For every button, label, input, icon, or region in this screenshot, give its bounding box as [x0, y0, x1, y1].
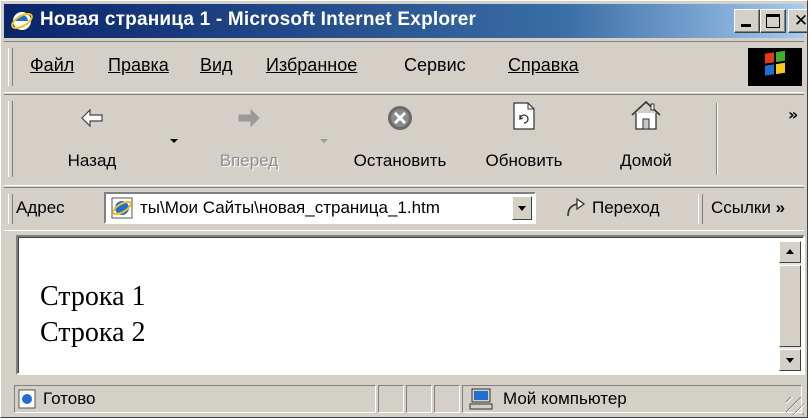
status-pane-lock: [406, 385, 432, 413]
page-status-icon: [18, 389, 36, 409]
stop-label: Остановить: [353, 151, 447, 170]
home-icon: [631, 100, 661, 130]
back-dropdown-arrow[interactable]: [170, 139, 178, 143]
status-bar: Готово Мой компьютер: [4, 381, 804, 415]
arrow-left-icon: [81, 108, 103, 128]
address-label: Адрес: [16, 198, 65, 217]
links-button[interactable]: Ссылки »: [711, 198, 785, 218]
status-text: Готово: [43, 389, 96, 408]
scroll-down-button[interactable]: [779, 349, 801, 371]
forward-button[interactable]: Вперед: [194, 95, 304, 183]
status-pane-extra: [434, 385, 460, 413]
address-dropdown-button[interactable]: [512, 196, 532, 220]
window-title: Новая страница 1 - Microsoft Internet Ex…: [40, 9, 477, 30]
zone-text: Мой компьютер: [503, 389, 627, 408]
status-pane-zone: Мой компьютер: [462, 385, 802, 413]
address-value: ты\Мои Сайты\новая_страница_1.htm: [140, 198, 440, 217]
maximize-button[interactable]: [760, 9, 786, 33]
close-icon: ✕: [793, 11, 808, 31]
menu-help[interactable]: Справка: [508, 55, 579, 76]
stop-icon: [388, 106, 412, 130]
menu-bar: Файл Правка Вид Избранное Сервис Справка: [4, 41, 804, 93]
my-computer-icon: [469, 388, 493, 410]
go-arrow-icon: [567, 197, 586, 217]
browser-window: Новая страница 1 - Microsoft Internet Ex…: [0, 0, 808, 418]
links-grip[interactable]: [698, 194, 703, 224]
vertical-scrollbar[interactable]: [779, 241, 801, 371]
standard-toolbar: Назад Вперед Остановить Обновить Домой »: [4, 94, 804, 186]
back-label: Назад: [67, 151, 117, 170]
links-label: Ссылки: [711, 198, 771, 217]
links-chevron: »: [775, 198, 786, 217]
address-field[interactable]: ты\Мои Сайты\новая_страница_1.htm: [104, 192, 536, 224]
page-icon: [110, 196, 134, 220]
refresh-label: Обновить: [485, 151, 563, 170]
home-label: Домой: [620, 151, 672, 170]
menu-favorites[interactable]: Избранное: [266, 55, 357, 76]
menu-view[interactable]: Вид: [200, 55, 233, 76]
windows-logo-icon: [748, 48, 802, 86]
ie-logo-icon: [10, 9, 34, 33]
title-bar[interactable]: Новая страница 1 - Microsoft Internet Ex…: [4, 4, 807, 38]
menu-tools[interactable]: Сервис: [404, 55, 466, 76]
scroll-up-button[interactable]: [779, 241, 801, 263]
forward-label: Вперед: [219, 151, 279, 170]
toolbar-overflow-chevron[interactable]: »: [788, 105, 798, 124]
stop-button[interactable]: Остановить: [338, 95, 462, 183]
close-button[interactable]: ✕: [788, 9, 808, 33]
status-pane-main: Готово: [14, 385, 376, 413]
arrow-right-icon: [238, 108, 260, 128]
back-button[interactable]: Назад: [26, 95, 158, 183]
resize-grip[interactable]: [786, 397, 804, 415]
menubar-grip[interactable]: [8, 48, 13, 86]
home-button[interactable]: Домой: [596, 95, 696, 183]
menu-file[interactable]: Файл: [30, 55, 74, 76]
toolbar-separator: [716, 103, 718, 175]
minimize-button[interactable]: [734, 9, 760, 33]
addressbar-grip[interactable]: [8, 194, 13, 224]
forward-dropdown-arrow[interactable]: [320, 139, 328, 143]
page-line-2: Строка 2: [40, 317, 146, 348]
page-content[interactable]: Строка 1 Строка 2: [16, 235, 805, 375]
page-line-1: Строка 1: [40, 281, 146, 312]
status-pane-progress: [378, 385, 404, 413]
address-bar: Адрес ты\Мои Сайты\новая_страница_1.htm …: [4, 187, 804, 231]
menu-edit[interactable]: Правка: [108, 55, 169, 76]
go-label: Переход: [592, 198, 660, 217]
scroll-thumb[interactable]: [779, 265, 801, 347]
refresh-button[interactable]: Обновить: [474, 95, 574, 183]
refresh-icon: [513, 102, 535, 130]
toolbar-grip[interactable]: [8, 101, 13, 177]
